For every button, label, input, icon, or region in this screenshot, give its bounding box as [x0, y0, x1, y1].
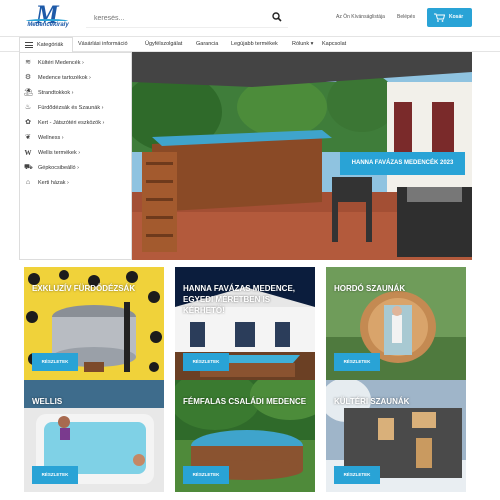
tile-title: KÜLTÉRI SZAUNÁK [334, 397, 410, 406]
main-nav: Kategóriák Vásárlási információ Ügyfélsz… [0, 36, 500, 52]
site-logo[interactable]: M Medencekiraly [24, 0, 70, 32]
details-button[interactable]: RÉSZLETEK [334, 466, 380, 484]
categories-label: Kategóriák [37, 42, 64, 48]
cart-icon [434, 13, 445, 22]
category-dropdown: ≋ Kültéri Medencék › ⚙ Medence tartozéko… [19, 52, 132, 260]
house-icon: ⌂ [25, 179, 31, 186]
tub-icon: ♨ [24, 104, 32, 111]
cart-button[interactable]: Kosár [427, 8, 472, 27]
dropdown-item-label: Kerti házak › [38, 180, 69, 186]
tile-title: FÉMFALAS CSALÁDI MEDENCE [183, 397, 307, 406]
nav-about[interactable]: Rólunk ▾ [292, 41, 313, 47]
dropdown-item-garden-houses[interactable]: ⌂ Kerti házak › [20, 175, 132, 191]
search-input[interactable] [94, 11, 264, 25]
site-header: M Medencekiraly Az Ön Kívánságlistája Be… [0, 0, 500, 36]
dropdown-item-label: Wellis termékek › [38, 150, 81, 156]
nav-contact[interactable]: Kapcsolat [322, 41, 346, 47]
search-icon[interactable] [272, 12, 282, 22]
dropdown-item-label: Strandtokkok › [38, 90, 74, 96]
accessory-icon: ⚙ [24, 74, 32, 81]
dropdown-item-wellis[interactable]: W Wellis termékek › [20, 145, 132, 161]
logo-text: Medencekiraly [27, 22, 69, 28]
wellis-icon: W [24, 149, 32, 157]
details-button[interactable]: RÉSZLETEK [183, 466, 229, 484]
dropdown-item-label: Medence tartozékok › [38, 75, 91, 81]
tile-outdoor-saunas[interactable]: KÜLTÉRI SZAUNÁK RÉSZLETEK [326, 380, 466, 492]
details-button[interactable]: RÉSZLETEK [32, 466, 78, 484]
dropdown-item-garden[interactable]: ✿ Kert - Játszótéri eszközök › [20, 115, 132, 131]
pool-icon: ≋ [25, 59, 31, 66]
tile-metal-pool[interactable]: FÉMFALAS CSALÁDI MEDENCE RÉSZLETEK [175, 380, 315, 492]
dropdown-item-wellness[interactable]: ❦ Wellness › [20, 130, 132, 146]
nav-shopping-info[interactable]: Vásárlási információ [78, 41, 128, 47]
dropdown-item-label: Fürdődézsák és Szaunák › [38, 105, 104, 111]
details-button[interactable]: RÉSZLETEK [334, 353, 380, 371]
tile-barrel-saunas[interactable]: HORDÓ SZAUNÁK RÉSZLETEK [326, 267, 466, 381]
hero-badge[interactable]: HANNA FAVÁZAS MEDENCÉK 2023 [340, 152, 465, 175]
nav-customer-service[interactable]: Ügyfélszolgálat [145, 41, 182, 47]
dropdown-item-carport[interactable]: ⛟ Gépkocsibeálló › [20, 160, 132, 176]
nav-warranty[interactable]: Garancia [196, 41, 218, 47]
categories-toggle[interactable]: Kategóriák [19, 37, 73, 52]
dropdown-item-tubs-saunas[interactable]: ♨ Fürdődézsák és Szaunák › [20, 100, 132, 116]
login-link[interactable]: Belépés [397, 14, 415, 20]
beach-icon: ⛱ [24, 89, 33, 96]
details-button[interactable]: RÉSZLETEK [32, 353, 78, 371]
dropdown-item-beach[interactable]: ⛱ Strandtokkok › [20, 85, 132, 101]
wellness-icon: ❦ [25, 134, 31, 141]
details-button[interactable]: RÉSZLETEK [183, 353, 229, 371]
nav-newest-products[interactable]: Legújabb termékek [231, 41, 278, 47]
tile-hanna-pool[interactable]: HANNA FAVÁZAS MEDENCE, EGYEDI MÉRETBEN I… [175, 267, 315, 381]
dropdown-item-label: Wellness › [38, 135, 64, 141]
tile-wellis[interactable]: WELLIS RÉSZLETEK [24, 380, 164, 492]
dropdown-item-label: Gépkocsibeálló › [38, 165, 79, 171]
tile-exclusive-tubs[interactable]: EXKLUZÍV FÜRDŐDÉZSÁK RÉSZLETEK [24, 267, 164, 381]
tile-title: WELLIS [32, 397, 63, 406]
cart-label: Kosár [449, 14, 464, 20]
car-icon: ⛟ [24, 164, 33, 171]
tile-title: HANNA FAVÁZAS MEDENCE, EGYEDI MÉRETBEN I… [183, 284, 296, 315]
dropdown-item-pool-accessories[interactable]: ⚙ Medence tartozékok › [20, 70, 132, 86]
tile-title: EXKLUZÍV FÜRDŐDÉZSÁK [32, 284, 136, 293]
tile-title: HORDÓ SZAUNÁK [334, 284, 406, 293]
wishlist-link[interactable]: Az Ön Kívánságlistája [336, 14, 385, 20]
garden-icon: ✿ [25, 119, 31, 126]
dropdown-item-pools[interactable]: ≋ Kültéri Medencék › [20, 55, 132, 71]
dropdown-item-label: Kültéri Medencék › [38, 60, 84, 66]
hamburger-icon [25, 42, 33, 48]
hero-banner[interactable]: HANNA FAVÁZAS MEDENCÉK 2023 [132, 52, 472, 260]
dropdown-item-label: Kert - Játszótéri eszközök › [38, 120, 105, 126]
search-box [86, 8, 288, 28]
